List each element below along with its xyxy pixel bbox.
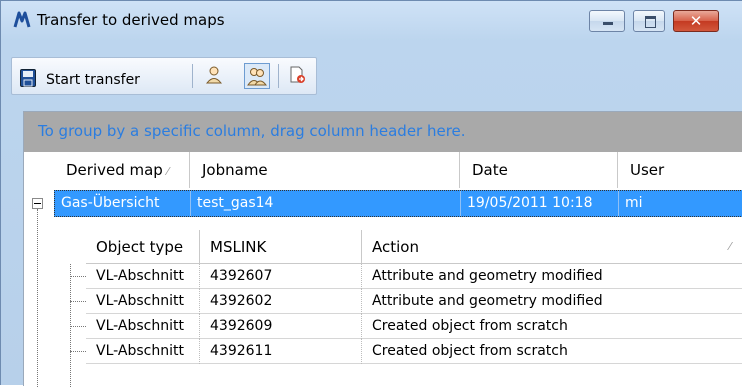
collapse-icon[interactable] — [32, 198, 43, 209]
child-tree-branch — [70, 326, 86, 327]
toolbar-separator-2 — [278, 64, 279, 88]
cell-action: Attribute and geometry modified — [372, 268, 603, 284]
cell-user: mi — [625, 195, 643, 211]
cell-object-type: VL-Abschnitt — [86, 314, 200, 339]
cell-action: Attribute and geometry modified — [372, 293, 603, 309]
minimize-icon — [603, 22, 613, 25]
cell-action: Created object from scratch — [372, 318, 568, 334]
save-icon — [20, 69, 36, 87]
group-by-panel[interactable]: To group by a specific column, drag colu… — [24, 112, 742, 152]
column-header-object-type[interactable]: Object type — [86, 230, 200, 264]
cell-mslink: 4392602 — [200, 289, 362, 314]
close-button[interactable]: ✕ — [673, 10, 719, 32]
start-transfer-label: Start transfer — [46, 72, 140, 88]
cell-jobname: test_gas14 — [191, 191, 461, 216]
detail-header: Object type MSLINK Action ⁄ — [86, 230, 742, 264]
maximize-button[interactable] — [633, 10, 665, 32]
users-icon[interactable] — [244, 63, 270, 89]
column-header-date[interactable]: Date — [460, 152, 618, 188]
child-tree-branch — [70, 301, 86, 302]
column-header-action[interactable]: Action ⁄ — [362, 230, 742, 264]
column-header-derived-map[interactable]: Derived map ⁄ — [54, 152, 190, 188]
cell-derived-map: Gas-Übersicht — [55, 191, 191, 216]
cell-object-type: VL-Abschnitt — [86, 289, 200, 314]
minimize-button[interactable] — [589, 10, 625, 32]
child-tree-branch — [70, 276, 86, 277]
sort-icon: ⁄ — [729, 240, 731, 253]
window-title: Transfer to derived maps — [37, 11, 225, 29]
table-row[interactable]: VL-Abschnitt 4392609 Created object from… — [86, 314, 742, 339]
data-grid: To group by a specific column, drag colu… — [23, 111, 742, 387]
column-header-jobname[interactable]: Jobname — [190, 152, 460, 188]
column-header-mslink[interactable]: MSLINK — [200, 230, 362, 264]
transfer-window: Transfer to derived maps ✕ Start transfe… — [0, 0, 742, 387]
table-row[interactable]: VL-Abschnitt 4392607 Attribute and geome… — [86, 264, 742, 289]
cell-action: Created object from scratch — [372, 343, 568, 359]
maximize-icon — [645, 16, 656, 28]
grid-header: Derived map ⁄ Jobname Date User — [54, 152, 742, 188]
sort-icon: ⁄ — [166, 165, 169, 178]
transfer-document-icon[interactable] — [288, 65, 308, 85]
app-icon — [13, 11, 31, 29]
cell-mslink: 4392609 — [200, 314, 362, 339]
cell-date: 19/05/2011 10:18 — [461, 191, 619, 216]
table-row[interactable]: VL-Abschnitt 4392602 Attribute and geome… — [86, 289, 742, 314]
column-header-user[interactable]: User — [618, 152, 742, 188]
toolbar: Start transfer — [11, 57, 317, 95]
cell-mslink: 4392607 — [200, 264, 362, 289]
tree-line — [37, 209, 38, 387]
start-transfer-button[interactable]: Start transfer — [12, 63, 188, 89]
title-bar[interactable]: Transfer to derived maps ✕ — [1, 1, 742, 41]
table-row[interactable]: VL-Abschnitt 4392611 Created object from… — [86, 339, 742, 364]
user-icon[interactable] — [204, 65, 224, 85]
cell-mslink: 4392611 — [200, 339, 362, 364]
child-tree-branch — [70, 351, 86, 352]
close-icon: ✕ — [689, 12, 703, 30]
toolbar-separator — [192, 64, 193, 88]
selected-row[interactable]: Gas-Übersicht test_gas14 19/05/2011 10:1… — [54, 190, 742, 217]
cell-object-type: VL-Abschnitt — [86, 264, 200, 289]
group-by-hint: To group by a specific column, drag colu… — [38, 122, 466, 140]
cell-object-type: VL-Abschnitt — [86, 339, 200, 364]
